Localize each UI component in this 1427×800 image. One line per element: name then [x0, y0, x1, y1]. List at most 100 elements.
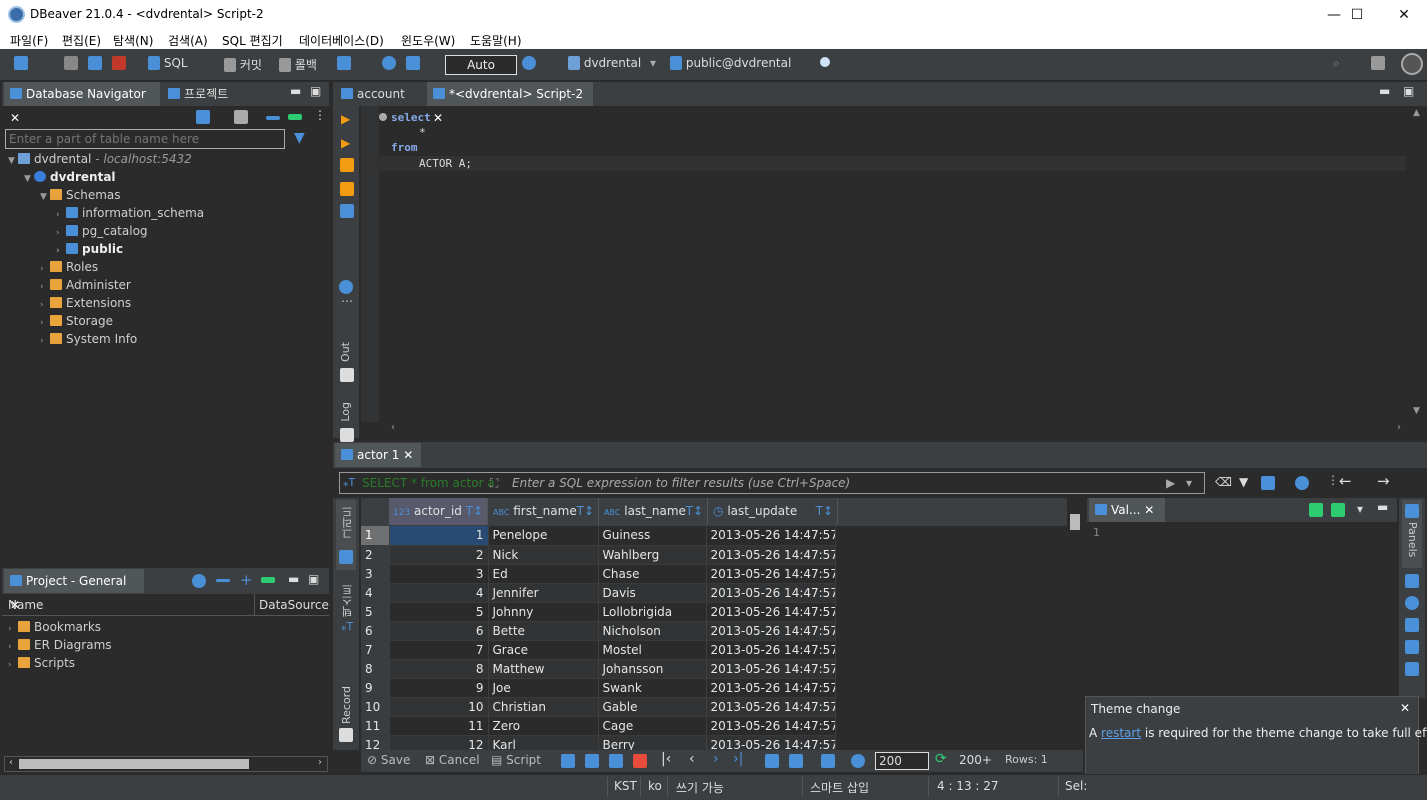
table-row[interactable]: 7 7 Grace Mostel 2013-05-26 14:47:57 [361, 640, 836, 660]
tree-schema-item[interactable]: › pg_catalog [56, 222, 148, 240]
table-cell[interactable]: Jennifer [488, 583, 599, 603]
connection-dropdown-icon[interactable]: ▾ [650, 56, 656, 74]
more-icon[interactable]: ⋯ [341, 294, 353, 308]
reconnect-icon[interactable] [88, 56, 102, 74]
value-viewer-icon[interactable] [1405, 662, 1419, 676]
fetch-size-input[interactable] [875, 752, 929, 770]
table-cell[interactable]: 2013-05-26 14:47:57 [706, 697, 836, 717]
settings-icon[interactable] [192, 574, 206, 588]
tree-schema-item[interactable]: › information_schema [56, 204, 204, 222]
table-cell[interactable]: 2013-05-26 14:47:57 [706, 545, 836, 565]
log-icon[interactable] [340, 428, 354, 442]
text-mode-label[interactable]: 텍스트 [340, 584, 356, 617]
add-row-icon[interactable] [585, 754, 599, 768]
table-cell[interactable]: 2 [389, 545, 489, 565]
tree-roles[interactable]: › Roles [40, 258, 98, 276]
table-cell[interactable]: Bette [488, 621, 599, 641]
table-cell[interactable]: 5 [389, 602, 489, 622]
record-icon[interactable] [339, 728, 353, 742]
active-connection[interactable]: dvdrental [568, 56, 641, 74]
table-cell[interactable]: 2013-05-26 14:47:57 [706, 621, 836, 641]
table-row[interactable]: 11 11 Zero Cage 2013-05-26 14:47:57 [361, 716, 836, 736]
search-connections-icon[interactable] [820, 56, 830, 74]
scroll-left-icon[interactable]: ‹ [9, 757, 13, 768]
table-row[interactable]: 5 5 Johnny Lollobrigida 2013-05-26 14:47:57 [361, 602, 836, 622]
tab-account[interactable]: account [335, 82, 425, 106]
table-row[interactable]: 3 3 Ed Chase 2013-05-26 14:47:57 [361, 564, 836, 584]
save-to-file-icon[interactable] [1309, 503, 1323, 517]
more-icon[interactable]: ⋮ [1327, 473, 1339, 487]
project-item-scripts[interactable]: › Scripts [8, 654, 75, 672]
close-icon[interactable]: ✕ [403, 448, 413, 462]
refresh-icon[interactable]: ⟳ [935, 751, 947, 767]
code-line-2[interactable]: * [419, 126, 426, 139]
tree-storage[interactable]: › Storage [40, 312, 113, 330]
grid-mode-tab[interactable]: 그리드 [336, 500, 356, 570]
horizontal-scrollbar[interactable]: ‹ › [389, 422, 1425, 436]
maximize-icon[interactable]: ▣ [310, 84, 321, 98]
scroll-down-icon[interactable]: ▼ [1413, 406, 1420, 416]
collapse-icon[interactable] [216, 579, 230, 582]
execute-icon[interactable]: ▶ [341, 112, 350, 126]
forward-icon[interactable]: → [1377, 472, 1390, 490]
script-button[interactable]: ▤ Script [491, 753, 541, 767]
row-number[interactable]: 6 [361, 621, 390, 641]
filter-history-icon[interactable]: ▾ [1186, 476, 1192, 490]
dashboard-icon[interactable] [382, 56, 396, 74]
tab-database-navigator[interactable]: Database Navigator ✕ [4, 82, 160, 125]
col-last-name[interactable]: ABC last_name T↕ [600, 498, 708, 525]
filter-settings-icon[interactable] [1261, 476, 1275, 490]
code-line-4[interactable]: ACTOR A; [419, 157, 472, 170]
new-folder-icon[interactable] [234, 110, 248, 124]
metadata-icon[interactable] [1405, 574, 1419, 588]
settings-icon[interactable] [339, 280, 353, 294]
filter-icon[interactable]: ▼ [1239, 475, 1248, 489]
first-page-icon[interactable]: |‹ [661, 751, 671, 767]
tree-system-info[interactable]: › System Info [40, 330, 137, 348]
record-mode-label[interactable]: Record [340, 686, 353, 724]
project-item-bookmarks[interactable]: › Bookmarks [8, 618, 101, 636]
table-cell[interactable]: Swank [598, 678, 707, 698]
table-cell[interactable]: 2013-05-26 14:47:57 [706, 526, 836, 546]
menu-edit[interactable]: 편집(E) [62, 32, 101, 49]
link-icon[interactable] [261, 577, 275, 583]
table-cell[interactable]: Mostel [598, 640, 707, 660]
next-page-icon[interactable]: › [713, 751, 719, 767]
value-content[interactable]: 1 [1093, 526, 1100, 539]
grid-vertical-scrollbar[interactable] [1067, 498, 1083, 750]
connect-icon[interactable] [64, 56, 78, 74]
edit-cell-icon[interactable] [561, 754, 575, 768]
col-last-update[interactable]: ◷ last_update T↕ [709, 498, 838, 525]
menu-help[interactable]: 도움말(H) [470, 32, 522, 49]
table-cell[interactable]: Davis [598, 583, 707, 603]
new-connection-icon[interactable] [196, 110, 210, 124]
table-cell[interactable]: 6 [389, 621, 489, 641]
close-icon[interactable]: ✕ [10, 111, 20, 125]
tab-actor-1[interactable]: actor 1 ✕ [335, 443, 421, 467]
table-row[interactable]: 9 9 Joe Swank 2013-05-26 14:47:57 [361, 678, 836, 698]
maximize-button[interactable]: ☐ [1334, 0, 1380, 30]
table-row[interactable]: 6 6 Bette Nicholson 2013-05-26 14:47:57 [361, 621, 836, 641]
active-schema[interactable]: public@dvdrental [670, 56, 791, 74]
vertical-scrollbar[interactable]: ▲ ▼ [1410, 108, 1424, 420]
transaction-mode-icon[interactable] [337, 56, 351, 74]
menu-sql-editor[interactable]: SQL 편집기 [222, 32, 283, 49]
row-number[interactable]: 9 [361, 678, 390, 698]
auto-commit-combo[interactable]: Auto [445, 55, 517, 75]
scroll-up-icon[interactable]: ▲ [1413, 108, 1420, 118]
tree-connection[interactable]: ▼ dvdrental - localhost:5432 [8, 150, 192, 168]
table-cell[interactable]: 2013-05-26 14:47:57 [706, 602, 836, 622]
fold-icon[interactable] [379, 113, 387, 121]
row-number[interactable]: 7 [361, 640, 390, 660]
sort-icon[interactable]: T↕ [577, 498, 594, 525]
scroll-thumb[interactable] [1070, 514, 1080, 530]
table-cell[interactable]: Guiness [598, 526, 707, 546]
delete-row-icon[interactable] [633, 754, 647, 768]
settings-icon[interactable] [851, 754, 865, 768]
prev-page-icon[interactable]: ‹ [689, 751, 695, 767]
row-number[interactable]: 1 [361, 526, 390, 546]
tab-value[interactable]: Val... ✕ [1089, 498, 1165, 522]
row-number[interactable]: 10 [361, 697, 390, 717]
tree-extensions[interactable]: › Extensions [40, 294, 131, 312]
commit-button[interactable]: 커밋 [224, 56, 262, 74]
